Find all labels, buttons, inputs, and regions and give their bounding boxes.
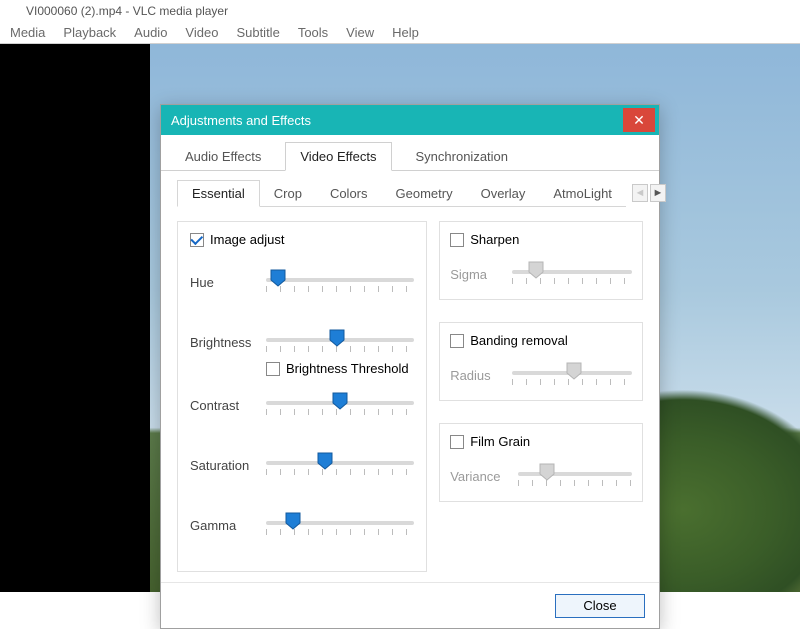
banding-checkbox-row[interactable]: Banding removal (450, 333, 632, 348)
variance-label: Variance (450, 469, 508, 484)
tab-synchronization[interactable]: Synchronization (402, 143, 523, 170)
hue-label: Hue (190, 275, 256, 290)
subtab-overlay[interactable]: Overlay (467, 181, 540, 206)
brightness-threshold-checkbox[interactable] (266, 362, 280, 376)
close-icon: ✕ (633, 112, 645, 129)
image-adjust-label: Image adjust (210, 232, 284, 247)
menu-tools[interactable]: Tools (298, 25, 328, 40)
hue-slider[interactable] (266, 271, 414, 293)
letterbox-left (0, 44, 150, 592)
menu-audio[interactable]: Audio (134, 25, 167, 40)
radius-label: Radius (450, 368, 502, 383)
image-adjust-checkbox-row[interactable]: Image adjust (190, 232, 414, 247)
sigma-label: Sigma (450, 267, 502, 282)
saturation-row: Saturation (190, 454, 414, 476)
film-grain-checkbox-row[interactable]: Film Grain (450, 434, 632, 449)
sharpen-checkbox[interactable] (450, 233, 464, 247)
subtab-scroll: ◄ ► (632, 184, 666, 202)
menu-view[interactable]: View (346, 25, 374, 40)
subtab-scroll-right[interactable]: ► (650, 184, 666, 202)
dialog-tabs: Audio Effects Video Effects Synchronizat… (161, 135, 659, 171)
film-grain-label: Film Grain (470, 434, 530, 449)
brightness-threshold-label: Brightness Threshold (286, 361, 409, 376)
film-grain-group: Film Grain Variance (439, 423, 643, 502)
hue-thumb[interactable] (270, 269, 286, 287)
essential-panes: Image adjust Hue Brightness (161, 207, 659, 582)
close-button[interactable]: Close (555, 594, 645, 618)
brightness-row: Brightness (190, 331, 414, 353)
window-title: VI000060 (2).mp4 - VLC media player (26, 4, 228, 18)
sigma-row: Sigma (450, 263, 632, 285)
saturation-label: Saturation (190, 458, 256, 473)
dialog-close-button[interactable]: ✕ (623, 108, 655, 132)
saturation-slider[interactable] (266, 454, 414, 476)
menu-subtitle[interactable]: Subtitle (236, 25, 279, 40)
sigma-slider (512, 263, 632, 285)
radius-thumb (566, 362, 582, 380)
dialog-footer: Close (161, 582, 659, 628)
vlc-cone-icon (6, 4, 20, 18)
gamma-slider[interactable] (266, 514, 414, 536)
right-column: Sharpen Sigma Banding removal (439, 221, 643, 572)
banding-group: Banding removal Radius (439, 322, 643, 401)
contrast-thumb[interactable] (332, 392, 348, 410)
film-grain-checkbox[interactable] (450, 435, 464, 449)
menu-playback[interactable]: Playback (63, 25, 116, 40)
sigma-thumb (528, 261, 544, 279)
menu-help[interactable]: Help (392, 25, 419, 40)
brightness-threshold-row[interactable]: Brightness Threshold (266, 361, 414, 376)
subtab-geometry[interactable]: Geometry (382, 181, 467, 206)
image-adjust-checkbox[interactable] (190, 233, 204, 247)
subtab-crop[interactable]: Crop (260, 181, 316, 206)
contrast-row: Contrast (190, 394, 414, 416)
radius-slider (512, 364, 632, 386)
subtab-essential[interactable]: Essential (177, 180, 260, 207)
app-titlebar: VI000060 (2).mp4 - VLC media player (0, 0, 800, 22)
contrast-label: Contrast (190, 398, 256, 413)
video-effects-subtabs: Essential Crop Colors Geometry Overlay A… (177, 179, 626, 207)
saturation-thumb[interactable] (317, 452, 333, 470)
dialog-title: Adjustments and Effects (171, 113, 311, 128)
contrast-slider[interactable] (266, 394, 414, 416)
video-stage: Adjustments and Effects ✕ Audio Effects … (0, 44, 800, 592)
gamma-row: Gamma (190, 514, 414, 536)
tab-audio-effects[interactable]: Audio Effects (171, 143, 275, 170)
brightness-thumb[interactable] (329, 329, 345, 347)
variance-thumb (539, 463, 555, 481)
hue-row: Hue (190, 271, 414, 293)
banding-checkbox[interactable] (450, 334, 464, 348)
menu-video[interactable]: Video (185, 25, 218, 40)
subtab-scroll-left[interactable]: ◄ (632, 184, 648, 202)
dialog-titlebar[interactable]: Adjustments and Effects ✕ (161, 105, 659, 135)
subtabs-row: Essential Crop Colors Geometry Overlay A… (161, 171, 659, 207)
variance-row: Variance (450, 465, 632, 487)
sharpen-label: Sharpen (470, 232, 519, 247)
brightness-label: Brightness (190, 335, 256, 350)
menu-media[interactable]: Media (10, 25, 45, 40)
banding-label: Banding removal (470, 333, 568, 348)
tab-video-effects[interactable]: Video Effects (285, 142, 391, 171)
sharpen-checkbox-row[interactable]: Sharpen (450, 232, 632, 247)
brightness-slider[interactable] (266, 331, 414, 353)
radius-row: Radius (450, 364, 632, 386)
gamma-thumb[interactable] (285, 512, 301, 530)
subtab-atmolight[interactable]: AtmoLight (539, 181, 626, 206)
image-adjust-group: Image adjust Hue Brightness (177, 221, 427, 572)
app-menubar: Media Playback Audio Video Subtitle Tool… (0, 22, 800, 44)
sharpen-group: Sharpen Sigma (439, 221, 643, 300)
variance-slider (518, 465, 632, 487)
effects-dialog: Adjustments and Effects ✕ Audio Effects … (160, 104, 660, 629)
gamma-label: Gamma (190, 518, 256, 533)
subtab-colors[interactable]: Colors (316, 181, 382, 206)
